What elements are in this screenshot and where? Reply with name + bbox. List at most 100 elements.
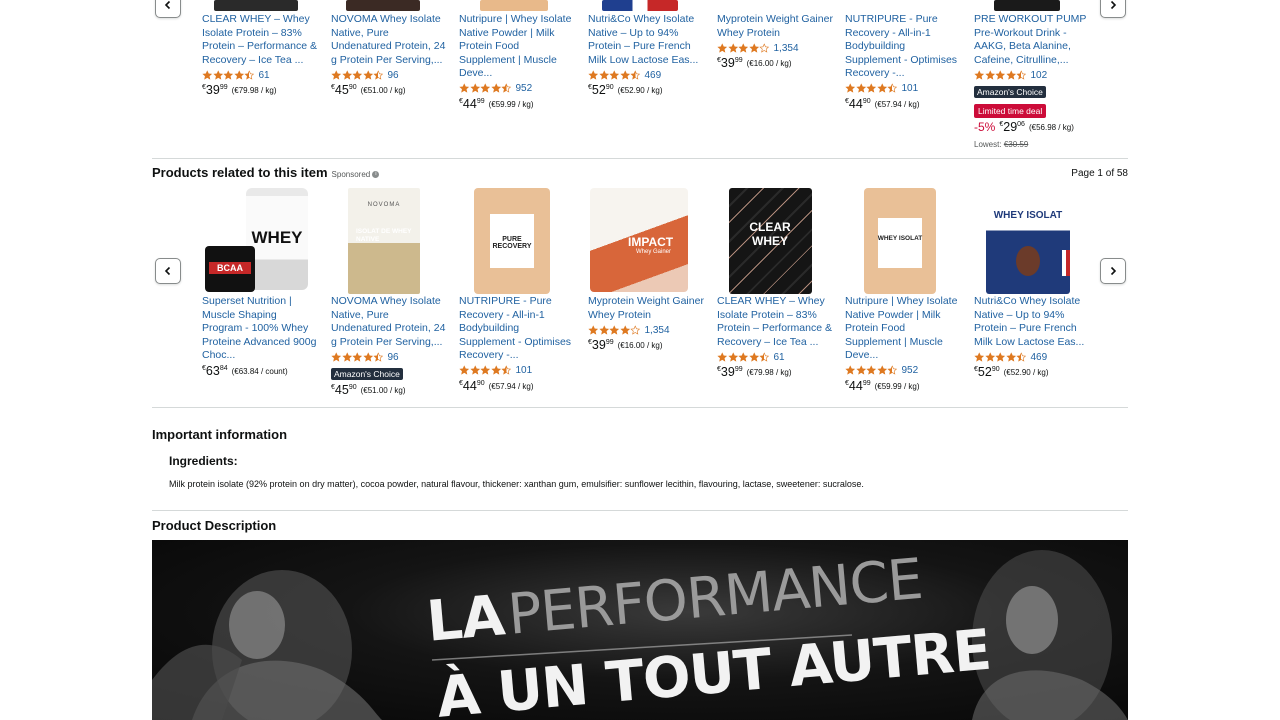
product-title-link[interactable]: NUTRIPURE - Pure Recovery - All-in-1 Bod… <box>459 295 575 363</box>
star-rating[interactable] <box>202 70 255 81</box>
review-count-link[interactable]: 96 <box>388 70 399 81</box>
star-icon <box>202 70 213 80</box>
product-title-link[interactable]: NUTRIPURE - Pure Recovery - All-in-1 Bod… <box>845 13 961 81</box>
product-title-link[interactable]: Nutri&Co Whey Isolate Native – Up to 94%… <box>588 13 704 67</box>
price-fraction: 99 <box>605 339 614 346</box>
product-card[interactable]: NUTRIPURE - Pure Recovery - All-in-1 Bod… <box>845 13 961 113</box>
product-card[interactable]: NOVOMA Whey Isolate Native, Pure Undenat… <box>331 13 447 99</box>
star-icon <box>619 325 630 335</box>
product-card[interactable]: Myprotein Weight Gainer Whey Protein 1,35… <box>717 13 833 72</box>
unit-price: (€57.94 / kg) <box>874 99 920 109</box>
product-card[interactable]: PRE WORKOUT PUMP Pre-Workout Drink - AAK… <box>974 13 1090 149</box>
product-image[interactable] <box>994 0 1060 11</box>
product-card[interactable]: Superset Nutrition | Muscle Shaping Prog… <box>202 295 318 380</box>
price-whole: 39 <box>591 338 606 352</box>
review-count-link[interactable]: 952 <box>902 365 919 376</box>
unit-price: (€57.94 / kg) <box>488 381 534 391</box>
product-image[interactable]: NOVOMA ISOLAT DE WHEY NATIVE <box>348 188 420 294</box>
price-fraction: 99 <box>734 57 743 64</box>
product-card[interactable]: Myprotein Weight Gainer Whey Protein 1,35… <box>588 295 704 354</box>
price-fraction: 90 <box>862 97 871 105</box>
unit-price: (€79.98 / kg) <box>231 86 277 95</box>
top-carousel-prev-button[interactable] <box>155 0 181 18</box>
sponsored-label[interactable]: Sponsored i <box>332 170 380 179</box>
star-icon <box>459 365 470 375</box>
star-icon <box>984 70 995 80</box>
star-icon <box>984 352 995 362</box>
amazons-choice-badge: Amazon's Choice <box>974 86 1046 98</box>
review-count-link[interactable]: 1,354 <box>645 325 670 336</box>
review-count-link[interactable]: 952 <box>516 83 533 94</box>
product-image[interactable]: WHEY ISOLAT <box>986 188 1070 294</box>
product-title-link[interactable]: NOVOMA Whey Isolate Native, Pure Undenat… <box>331 295 447 349</box>
star-rating[interactable] <box>974 70 1027 81</box>
star-rating[interactable] <box>459 365 512 376</box>
info-icon[interactable]: i <box>372 171 380 179</box>
star-rating[interactable] <box>845 365 898 376</box>
rating-row: 61 <box>202 68 318 82</box>
product-card[interactable]: Nutripure | Whey Isolate Native Powder |… <box>459 13 575 113</box>
product-title-link[interactable]: Myprotein Weight Gainer Whey Protein <box>717 13 833 40</box>
product-title-link[interactable]: NOVOMA Whey Isolate Native, Pure Undenat… <box>331 13 447 67</box>
product-card[interactable]: Nutri&Co Whey Isolate Native – Up to 94%… <box>974 295 1090 381</box>
star-rating[interactable] <box>845 83 898 94</box>
price: €63 84 (€63.84 / count) <box>202 364 318 380</box>
product-image[interactable]: WHEY <box>246 188 308 290</box>
review-count-link[interactable]: 469 <box>1031 352 1048 363</box>
product-title-link[interactable]: PRE WORKOUT PUMP Pre-Workout Drink - AAK… <box>974 13 1090 67</box>
chevron-left-icon <box>164 0 171 10</box>
product-card[interactable]: Nutri&Co Whey Isolate Native – Up to 94%… <box>588 13 704 99</box>
product-card[interactable]: NOVOMA Whey Isolate Native, Pure Undenat… <box>331 295 447 399</box>
product-image[interactable]: PURE RECOVERY <box>474 188 550 294</box>
star-icon <box>609 325 620 335</box>
product-image-label: PURE RECOVERY <box>492 236 532 250</box>
top-carousel-next-button[interactable] <box>1100 0 1126 18</box>
product-card[interactable]: CLEAR WHEY – Whey Isolate Protein – 83% … <box>717 295 833 381</box>
divider <box>152 158 1128 159</box>
related-prev-button[interactable] <box>155 258 181 284</box>
product-title-link[interactable]: Myprotein Weight Gainer Whey Protein <box>588 295 704 322</box>
product-title-link[interactable]: CLEAR WHEY – Whey Isolate Protein – 83% … <box>717 295 833 349</box>
product-image[interactable] <box>480 0 548 11</box>
product-image[interactable]: WHEY ISOLAT <box>864 188 936 294</box>
product-image[interactable]: IMPACT Whey Gainer <box>590 188 688 292</box>
product-image[interactable] <box>602 0 678 11</box>
product-title-link[interactable]: Nutripure | Whey Isolate Native Powder |… <box>459 13 575 81</box>
product-image[interactable] <box>214 0 298 11</box>
product-image[interactable] <box>346 0 420 11</box>
star-icon <box>717 352 728 362</box>
review-count-link[interactable]: 101 <box>516 365 533 376</box>
review-count-link[interactable]: 61 <box>774 352 785 363</box>
unit-price: (€52.90 / kg) <box>617 86 663 95</box>
star-icon <box>619 70 630 80</box>
star-rating[interactable] <box>588 325 641 336</box>
review-count-link[interactable]: 102 <box>1031 70 1048 81</box>
product-card[interactable]: NUTRIPURE - Pure Recovery - All-in-1 Bod… <box>459 295 575 395</box>
review-count-link[interactable]: 101 <box>902 83 919 94</box>
star-rating[interactable] <box>331 70 384 81</box>
review-count-link[interactable]: 1,354 <box>774 43 799 54</box>
product-image[interactable]: BCAA <box>205 246 255 292</box>
product-card[interactable]: CLEAR WHEY – Whey Isolate Protein – 83% … <box>202 13 318 99</box>
star-rating[interactable] <box>331 352 384 363</box>
product-title-link[interactable]: Superset Nutrition | Muscle Shaping Prog… <box>202 295 318 363</box>
price: €52 90 (€52.90 / kg) <box>588 84 704 99</box>
product-title-link[interactable]: Nutri&Co Whey Isolate Native – Up to 94%… <box>974 295 1090 349</box>
star-icon <box>490 83 501 93</box>
review-count-link[interactable]: 61 <box>259 70 270 81</box>
product-card[interactable]: Nutripure | Whey Isolate Native Powder |… <box>845 295 961 395</box>
product-title-link[interactable]: CLEAR WHEY – Whey Isolate Protein – 83% … <box>202 13 318 67</box>
star-rating[interactable] <box>717 43 770 54</box>
star-icon <box>588 325 599 335</box>
related-next-button[interactable] <box>1100 258 1126 284</box>
star-rating[interactable] <box>459 83 512 94</box>
review-count-link[interactable]: 469 <box>645 70 662 81</box>
star-rating[interactable] <box>974 352 1027 363</box>
star-rating[interactable] <box>717 352 770 363</box>
review-count-link[interactable]: 96 <box>388 352 399 363</box>
star-icon <box>480 365 491 375</box>
star-rating[interactable] <box>588 70 641 81</box>
price-whole: 39 <box>720 56 735 70</box>
product-title-link[interactable]: Nutripure | Whey Isolate Native Powder |… <box>845 295 961 363</box>
product-image[interactable]: CLEAR WHEY <box>729 188 812 294</box>
